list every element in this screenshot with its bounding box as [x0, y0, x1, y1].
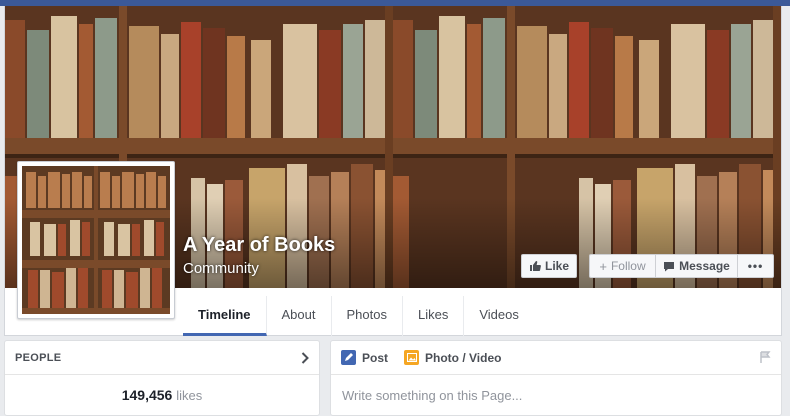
message-icon	[664, 261, 675, 271]
tab-likes[interactable]: Likes	[403, 296, 465, 336]
message-button[interactable]: Message	[656, 255, 738, 277]
composer-tabs: Post Photo / Video	[331, 341, 781, 375]
post-tab[interactable]: Post	[341, 350, 388, 365]
likes-count: 149,456	[121, 387, 173, 403]
tab-timeline[interactable]: Timeline	[183, 296, 267, 336]
bookshelf-profile-image	[22, 166, 170, 314]
people-card-title: PEOPLE	[15, 351, 62, 364]
thumbs-up-icon	[529, 261, 541, 271]
likes-unit: likes	[176, 388, 203, 403]
page-actions-group: + Follow Message •••	[589, 254, 774, 278]
people-card: PEOPLE 149,456 likes	[4, 340, 320, 416]
likes-count-row: 149,456 likes	[5, 375, 319, 403]
more-options-button[interactable]: •••	[738, 255, 773, 277]
like-label: Like	[544, 259, 569, 273]
profile-picture[interactable]	[17, 161, 175, 319]
chevron-right-icon	[301, 351, 309, 364]
page-category[interactable]: Community	[183, 260, 259, 277]
post-input[interactable]: Write something on this Page...	[331, 375, 781, 416]
tab-videos[interactable]: Videos	[464, 296, 534, 336]
like-button[interactable]: Like	[521, 254, 577, 278]
post-tab-label: Post	[362, 350, 389, 365]
people-card-header[interactable]: PEOPLE	[5, 341, 319, 375]
photo-video-tab-label: Photo / Video	[425, 350, 502, 365]
flag-icon[interactable]	[759, 351, 771, 363]
follow-button[interactable]: + Follow	[590, 255, 656, 277]
follow-label: Follow	[610, 259, 646, 273]
more-icon: •••	[747, 259, 764, 273]
page-nav: Timeline About Photos Likes Videos	[183, 296, 534, 336]
tab-about[interactable]: About	[267, 296, 332, 336]
pencil-icon	[341, 350, 356, 365]
tab-photos[interactable]: Photos	[332, 296, 403, 336]
page-header: A Year of Books Community Like + Follow …	[4, 6, 782, 336]
photo-video-tab[interactable]: Photo / Video	[404, 350, 501, 365]
page-title[interactable]: A Year of Books	[183, 234, 335, 257]
message-label: Message	[679, 259, 730, 273]
post-composer: Post Photo / Video Write something on th…	[330, 340, 782, 416]
plus-icon: +	[599, 258, 607, 274]
photo-icon	[404, 350, 420, 365]
